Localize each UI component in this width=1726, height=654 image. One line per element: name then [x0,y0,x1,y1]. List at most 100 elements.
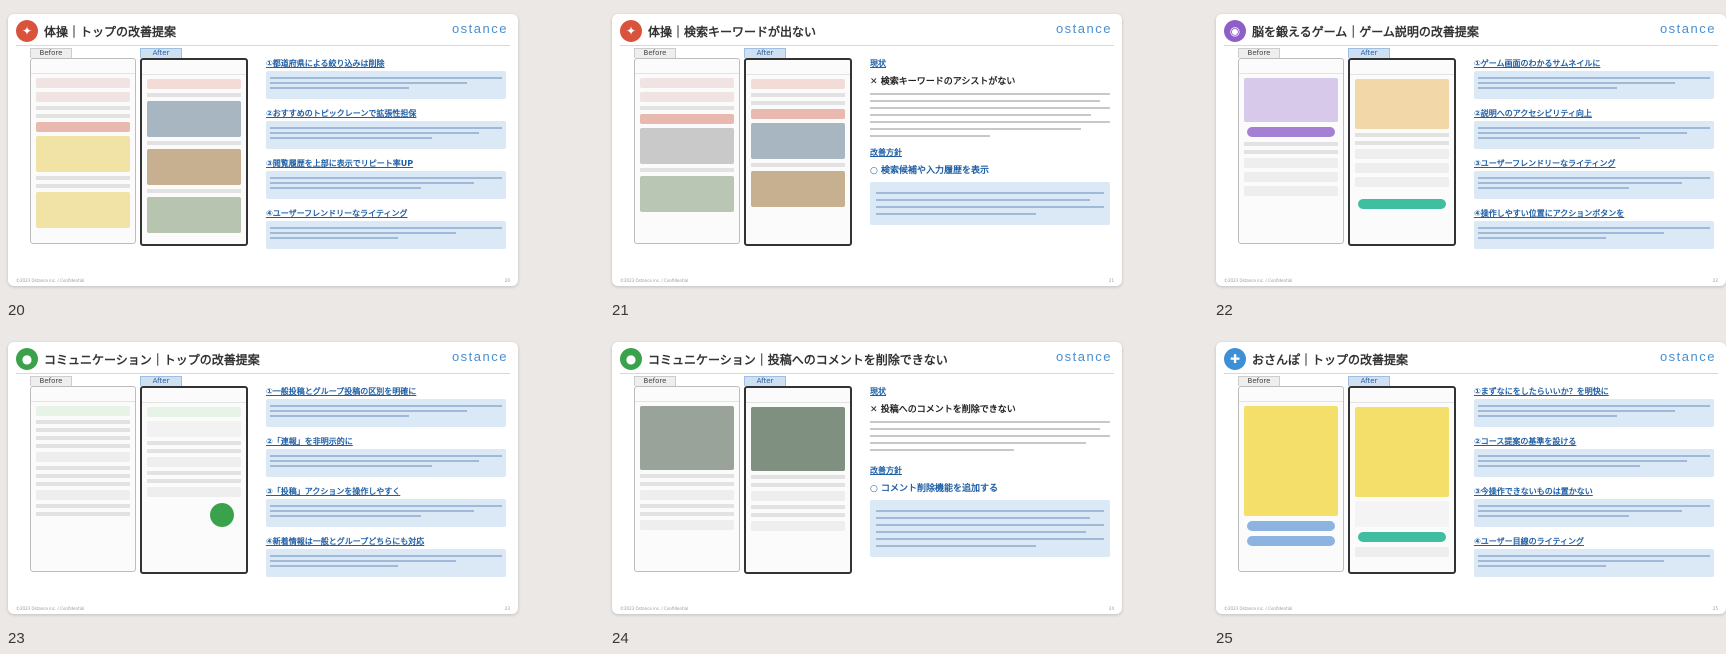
slide-header: ✚ おさんぽ｜トップの改善提案 ostance [1224,348,1718,372]
slide-25[interactable]: ✚ おさんぽ｜トップの改善提案 ostance Before After ①まず… [1216,342,1726,614]
policy-label: 改善方針 [870,466,902,475]
point-4: ④操作しやすい位置にアクションボタンを [1474,209,1625,218]
divider [16,373,510,374]
post-fab-icon [210,503,234,527]
slide-card-25[interactable]: ✚ おさんぽ｜トップの改善提案 ostance Before After ①まず… [1216,342,1726,647]
footer-copyright: ©2023 Ostance inc. / Confidential [1224,278,1293,283]
status-and-policy: 現状 ✕ 検索キーワードのアシストがない 改善方針 ○ 検索候補や入力履歴を表示 [870,58,1110,225]
slide-title: おさんぽ｜トップの改善提案 [1252,353,1409,367]
before-screenshot [634,386,740,572]
page-number-small: 25 [1712,606,1718,611]
before-tab: Before [1238,376,1280,386]
before-screenshot [30,386,136,572]
slide-header: ● コミュニケーション｜トップの改善提案 ostance [16,348,510,372]
after-tab: After [744,48,786,58]
page-number-small: 24 [1108,606,1114,611]
brand-logo: ostance [1659,349,1716,364]
after-tab: After [1348,376,1390,386]
circle-icon: ○ [870,484,881,494]
after-tab: After [140,376,182,386]
solution-description [870,182,1110,225]
slide-23[interactable]: ● コミュニケーション｜トップの改善提案 ostance Before Afte… [8,342,518,614]
before-screenshot [30,58,136,244]
after-screenshot [140,58,248,246]
point-1: ①都道府県による絞り込みは削除 [266,59,385,68]
before-tab: Before [1238,48,1280,58]
point-4: ④ユーザー目線のライティング [1474,537,1584,546]
before-tab: Before [30,48,72,58]
divider [16,45,510,46]
chat-bubble-icon: ● [620,348,642,370]
improvement-points: ①都道府県による絞り込みは削除 ②おすすめのトピックレーンで拡張性担保 ③閲覧履… [266,58,506,258]
divider [620,45,1114,46]
before-screenshot [1238,386,1344,572]
point-1: ①一般投稿とグループ投稿の区別を明確に [266,387,417,396]
point-3: ③閲覧履歴を上部に表示でリピート率UP [266,159,414,168]
page-number-small: 21 [1108,278,1114,283]
point-4: ④新着情報は一般とグループどちらにも対応 [266,537,425,546]
slide-grid: ✦ 体操｜トップの改善提案 ostance Before After ①都道府県… [0,0,1726,654]
page-number-small: 22 [1712,278,1718,283]
slide-20[interactable]: ✦ 体操｜トップの改善提案 ostance Before After ①都道府県… [8,14,518,286]
slide-title: コミュニケーション｜投稿へのコメントを削除できない [648,353,948,367]
before-screenshot [634,58,740,244]
slide-number: 23 [8,630,25,647]
divider [620,373,1114,374]
after-tab: After [140,48,182,58]
point-1: ①ゲーム画面のわかるサムネイルに [1474,59,1601,68]
slide-card-23[interactable]: ● コミュニケーション｜トップの改善提案 ostance Before Afte… [8,342,518,647]
slide-header: ✦ 体操｜トップの改善提案 ostance [16,20,510,44]
slide-24[interactable]: ● コミュニケーション｜投稿へのコメントを削除できない ostance Befo… [612,342,1122,614]
footer-copyright: ©2023 Ostance inc. / Confidential [620,278,689,283]
improvement-points: ①一般投稿とグループ投稿の区別を明確に ②「連報」を非明示的に ③「投稿」アクシ… [266,386,506,586]
slide-21[interactable]: ✦ 体操｜検索キーワードが出ない ostance Before After 現状… [612,14,1122,286]
slide-header: ✦ 体操｜検索キーワードが出ない ostance [620,20,1114,44]
after-screenshot [140,386,248,574]
before-tab: Before [634,376,676,386]
walking-person-icon: ✚ [1224,348,1246,370]
solution-description [870,500,1110,557]
page-number-small: 20 [504,278,510,283]
problem-statement: ✕ 投稿へのコメントを削除できない [870,405,1016,415]
divider [1224,45,1718,46]
slide-card-21[interactable]: ✦ 体操｜検索キーワードが出ない ostance Before After 現状… [612,14,1122,319]
slide-card-20[interactable]: ✦ 体操｜トップの改善提案 ostance Before After ①都道府県… [8,14,518,319]
point-2: ②コース提案の基準を設ける [1474,437,1577,446]
footer-copyright: ©2023 Ostance inc. / Confidential [1224,606,1293,611]
slide-title: 脳を鍛えるゲーム｜ゲーム説明の改善提案 [1252,25,1479,39]
slide-header: ● コミュニケーション｜投稿へのコメントを削除できない ostance [620,348,1114,372]
brand-logo: ostance [451,349,508,364]
footer-copyright: ©2023 Ostance inc. / Confidential [16,278,85,283]
improvement-points: ①ゲーム画面のわかるサムネイルに ②説明へのアクセシビリティ向上 ③ユーザーフレ… [1474,58,1714,258]
after-screenshot [744,386,852,574]
footer-copyright: ©2023 Ostance inc. / Confidential [620,606,689,611]
point-3: ③ユーザーフレンドリーなライティング [1474,159,1616,168]
brand-logo: ostance [1659,21,1716,36]
status-and-policy: 現状 ✕ 投稿へのコメントを削除できない 改善方針 ○ コメント削除機能を追加す… [870,386,1110,557]
divider [1224,373,1718,374]
x-mark-icon: ✕ [870,405,881,415]
slide-22[interactable]: ◉ 脳を鍛えるゲーム｜ゲーム説明の改善提案 ostance Before Aft… [1216,14,1726,286]
slide-number: 22 [1216,302,1233,319]
policy-label: 改善方針 [870,148,902,157]
person-exercise-icon: ✦ [620,20,642,42]
page-number-small: 23 [504,606,510,611]
slide-title: 体操｜トップの改善提案 [44,25,177,39]
circle-icon: ○ [870,166,881,176]
brand-logo: ostance [1055,349,1112,364]
footer-copyright: ©2023 Ostance inc. / Confidential [16,606,85,611]
problem-description [870,93,1110,137]
before-screenshot [1238,58,1344,244]
slide-card-22[interactable]: ◉ 脳を鍛えるゲーム｜ゲーム説明の改善提案 ostance Before Aft… [1216,14,1726,319]
after-screenshot [1348,386,1456,574]
point-2: ②「連報」を非明示的に [266,437,353,446]
after-screenshot [744,58,852,246]
problem-description [870,421,1110,451]
brand-logo: ostance [1055,21,1112,36]
slide-card-24[interactable]: ● コミュニケーション｜投稿へのコメントを削除できない ostance Befo… [612,342,1122,647]
slide-number: 25 [1216,630,1233,647]
point-3: ③「投稿」アクションを操作しやすく [266,487,401,496]
point-4: ④ユーザーフレンドリーなライティング [266,209,408,218]
after-screenshot [1348,58,1456,246]
point-2: ②説明へのアクセシビリティ向上 [1474,109,1592,118]
